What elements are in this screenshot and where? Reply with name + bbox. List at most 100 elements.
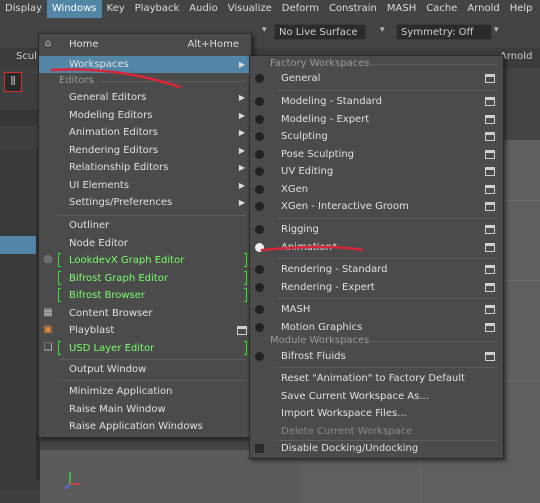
- menu-mash[interactable]: MASH: [382, 0, 421, 18]
- menu-item-node-editor[interactable]: Node Editor: [39, 235, 251, 252]
- menu-display[interactable]: Display: [0, 0, 47, 18]
- workspace-bifrost-fluids[interactable]: Bifrost Fluids: [250, 348, 503, 365]
- menu-item-home[interactable]: ⌂ Home Alt+Home: [39, 36, 251, 53]
- workspace-general[interactable]: General: [250, 70, 503, 87]
- option-box-icon[interactable]: [485, 74, 495, 83]
- chevron-down-icon[interactable]: ▾: [262, 26, 270, 35]
- workspace-rendering-expert[interactable]: Rendering - Expert: [250, 279, 503, 296]
- submenu-arrow-icon: ▶: [238, 180, 245, 190]
- option-box-icon[interactable]: [485, 352, 495, 361]
- status-toolbar: ▾ No Live Surface ▾ Symmetry: Off ▾: [250, 20, 540, 44]
- menu-item-reset-workspace[interactable]: Reset "Animation" to Factory Default: [250, 370, 503, 387]
- menu-audio[interactable]: Audio: [184, 0, 222, 18]
- usd-layer-icon: ❏: [43, 341, 53, 353]
- submenu-arrow-icon: ▶: [238, 145, 245, 155]
- workspace-xgen[interactable]: XGen: [250, 181, 503, 198]
- symmetry-icon[interactable]: ▾: [380, 26, 388, 35]
- menu-item-output-window[interactable]: Output Window: [39, 361, 251, 378]
- menu-help[interactable]: Help: [505, 0, 538, 18]
- axis-gizmo-icon: [64, 472, 80, 490]
- option-box-icon[interactable]: [485, 242, 495, 252]
- menu-item-content-browser[interactable]: ▦ Content Browser: [39, 305, 251, 322]
- menu-arnold[interactable]: Arnold: [462, 0, 504, 18]
- menu-item-bifrost-graph-editor[interactable]: Bifrost Graph Editor: [39, 270, 251, 287]
- selected-list-row[interactable]: [0, 236, 40, 254]
- workspace-dot-icon: [255, 352, 264, 361]
- menu-windows[interactable]: Windows: [46, 0, 102, 18]
- workspace-dot-icon: [255, 265, 264, 274]
- submenu-arrow-icon: ▶: [238, 60, 245, 69]
- menu-item-delete-workspace: Delete Current Workspace: [281, 425, 413, 437]
- menu-cache[interactable]: Cache: [421, 0, 462, 18]
- workspace-sculpting[interactable]: Sculpting: [250, 128, 503, 145]
- option-box-icon[interactable]: [485, 184, 495, 194]
- option-box-icon[interactable]: [485, 114, 495, 124]
- live-surface-field[interactable]: No Live Surface: [274, 24, 366, 40]
- menu-item-save-workspace[interactable]: Save Current Workspace As...: [250, 388, 503, 405]
- submenu-arrow-icon: ▶: [238, 110, 245, 120]
- option-box-icon[interactable]: [485, 132, 495, 141]
- shelf-tool-icon[interactable]: ⫼: [4, 72, 22, 92]
- workspace-rigging[interactable]: Rigging: [250, 221, 503, 238]
- menu-item-import-workspace[interactable]: Import Workspace Files...: [250, 405, 503, 422]
- menu-bar: Display Windows Key Playback Audio Visua…: [0, 0, 540, 18]
- menu-item-raise-application-windows[interactable]: Raise Application Windows: [39, 418, 251, 435]
- menu-item-animation-editors[interactable]: Animation Editors ▶: [39, 124, 251, 141]
- workspace-dot-icon: [255, 132, 264, 141]
- checkbox-icon[interactable]: [255, 444, 264, 453]
- menu-item-usd-layer-editor[interactable]: ❏ USD Layer Editor: [39, 340, 251, 357]
- menu-item-playblast[interactable]: ▣ Playblast: [39, 322, 251, 339]
- menu-deform[interactable]: Deform: [277, 0, 324, 18]
- section-factory-workspaces: Factory Workspaces: [270, 58, 370, 69]
- workspace-xgen-interactive-groom[interactable]: XGen - Interactive Groom: [250, 198, 503, 215]
- menu-item-ui-elements[interactable]: UI Elements ▶: [39, 177, 251, 194]
- submenu-arrow-icon: ▶: [238, 163, 245, 172]
- workspace-dot-icon: [255, 322, 264, 332]
- left-panel-header: [0, 110, 40, 126]
- menu-constrain[interactable]: Constrain: [324, 0, 382, 18]
- option-box-icon[interactable]: [485, 282, 495, 292]
- option-box-icon[interactable]: [485, 167, 495, 176]
- menu-item-relationship-editors[interactable]: Relationship Editors ▶: [39, 159, 251, 176]
- submenu-arrow-icon: ▶: [238, 128, 245, 137]
- workspace-dot-icon: [255, 305, 264, 314]
- menu-item-lookdevx-graph-editor[interactable]: ◎ LookdevX Graph Editor: [39, 252, 251, 269]
- option-box-icon[interactable]: [485, 265, 495, 274]
- menu-item-disable-docking[interactable]: Disable Docking/Undocking: [250, 440, 503, 457]
- workspace-dot-icon: [255, 149, 264, 159]
- lookdevx-icon: ◎: [43, 254, 53, 265]
- menu-item-outliner[interactable]: Outliner: [39, 217, 251, 234]
- option-box-icon[interactable]: [485, 149, 495, 159]
- menu-item-minimize-application[interactable]: Minimize Application: [39, 383, 251, 400]
- menu-playback[interactable]: Playback: [130, 0, 185, 18]
- workspace-dot-icon: [255, 114, 264, 124]
- shelf-tab-arnold[interactable]: Arnold: [500, 51, 532, 62]
- workspace-motion-graphics[interactable]: Motion Graphics: [250, 319, 503, 336]
- workspace-dot-icon: [255, 74, 264, 83]
- workspace-mash[interactable]: MASH: [250, 301, 503, 318]
- menu-visualize[interactable]: Visualize: [223, 0, 277, 18]
- option-box-icon[interactable]: [485, 202, 495, 211]
- workspace-modeling-standard[interactable]: Modeling - Standard: [250, 93, 503, 110]
- menu-key[interactable]: Key: [102, 0, 130, 18]
- annotation-underline-workspaces: [50, 68, 182, 89]
- option-box-icon[interactable]: [485, 305, 495, 314]
- menu-item-settings-preferences[interactable]: Settings/Preferences ▶: [39, 194, 251, 211]
- workspace-pose-sculpting[interactable]: Pose Sculpting: [250, 146, 503, 163]
- workspace-dot-icon: [255, 225, 264, 234]
- menu-item-raise-main-window[interactable]: Raise Main Window: [39, 401, 251, 418]
- option-box-icon[interactable]: [237, 326, 247, 335]
- menu-item-bifrost-browser[interactable]: Bifrost Browser: [39, 287, 251, 304]
- workspace-modeling-expert[interactable]: Modeling - Expert: [250, 111, 503, 128]
- option-box-icon[interactable]: [485, 322, 495, 332]
- annotation-underline-animation: [260, 245, 364, 252]
- workspace-uv-editing[interactable]: UV Editing: [250, 163, 503, 180]
- menu-item-rendering-editors[interactable]: Rendering Editors ▶: [39, 142, 251, 159]
- option-box-icon[interactable]: [485, 225, 495, 234]
- workspace-rendering-standard[interactable]: Rendering - Standard: [250, 261, 503, 278]
- symmetry-dropdown[interactable]: Symmetry: Off: [396, 24, 492, 40]
- workspace-dot-icon: [255, 282, 264, 292]
- menu-item-modeling-editors[interactable]: Modeling Editors ▶: [39, 107, 251, 124]
- option-box-icon[interactable]: [485, 97, 495, 106]
- chevron-down-icon[interactable]: ▾: [494, 26, 502, 35]
